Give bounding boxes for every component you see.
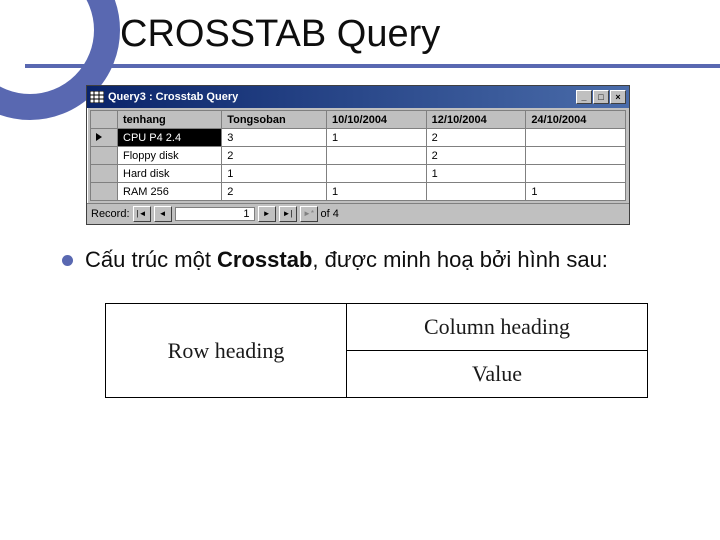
grid-cell[interactable]: 1 [526, 183, 626, 201]
window-titlebar: Query3 : Crosstab Query _ □ × [87, 86, 629, 108]
col-header[interactable]: 12/10/2004 [426, 111, 526, 129]
grid-cell[interactable]: 2 [426, 129, 526, 147]
slide: CROSSTAB Query Query3 : Crosstab Query [0, 0, 720, 540]
description-bullet: Cấu trúc một Crosstab, được minh hoạ bởi… [62, 247, 670, 273]
grid-cell[interactable]: 1 [222, 165, 327, 183]
grid-cell[interactable]: RAM 256 [118, 183, 222, 201]
text-bold: Crosstab [217, 247, 312, 272]
grid-cell[interactable] [526, 129, 626, 147]
text-part: Cấu trúc một [85, 247, 217, 272]
table-row[interactable]: CPU P4 2.4 3 1 2 [91, 129, 626, 147]
grid-cell[interactable]: Hard disk [118, 165, 222, 183]
row-selector[interactable] [91, 129, 118, 147]
record-of-text: of 4 [321, 208, 339, 220]
nav-last-button[interactable]: ►| [279, 206, 297, 222]
row-selector[interactable] [91, 183, 118, 201]
grid-cell[interactable]: 2 [426, 147, 526, 165]
grid-cell[interactable]: 3 [222, 129, 327, 147]
crosstab-structure-diagram: Row heading Column heading Value [105, 303, 648, 398]
grid-cell[interactable] [526, 165, 626, 183]
crosstab-window-screenshot: Query3 : Crosstab Query _ □ × tenhang To… [86, 85, 630, 225]
minimize-button[interactable]: _ [576, 90, 592, 104]
value-cell: Value [347, 351, 648, 398]
grid-cell[interactable]: 2 [222, 147, 327, 165]
grid-cell[interactable] [327, 165, 427, 183]
grid-cell[interactable]: CPU P4 2.4 [118, 129, 222, 147]
grid-cell[interactable]: 1 [327, 183, 427, 201]
column-heading-cell: Column heading [347, 304, 648, 351]
bullet-icon [62, 255, 73, 266]
col-header[interactable]: tenhang [118, 111, 222, 129]
maximize-button[interactable]: □ [593, 90, 609, 104]
text-part: , được minh hoạ bởi hình sau: [312, 247, 608, 272]
record-label: Record: [91, 208, 130, 220]
record-number-input[interactable] [175, 207, 255, 221]
col-header[interactable]: Tongsoban [222, 111, 327, 129]
table-row[interactable]: RAM 256 2 1 1 [91, 183, 626, 201]
window-title: Query3 : Crosstab Query [108, 91, 238, 103]
grid-cell[interactable] [426, 183, 526, 201]
accent-bar [25, 64, 720, 68]
nav-prev-button[interactable]: ◄ [154, 206, 172, 222]
grid-cell[interactable]: 2 [222, 183, 327, 201]
row-heading-cell: Row heading [106, 304, 347, 398]
row-selector[interactable] [91, 165, 118, 183]
row-selector-header[interactable] [91, 111, 118, 129]
col-header[interactable]: 24/10/2004 [526, 111, 626, 129]
record-navigator: Record: |◄ ◄ ► ►| ►* of 4 [87, 203, 629, 224]
col-header[interactable]: 10/10/2004 [327, 111, 427, 129]
window: Query3 : Crosstab Query _ □ × tenhang To… [86, 85, 630, 225]
row-selector[interactable] [91, 147, 118, 165]
grid-cell[interactable]: Floppy disk [118, 147, 222, 165]
grid-cell[interactable] [327, 147, 427, 165]
close-button[interactable]: × [610, 90, 626, 104]
grid-cell[interactable] [526, 147, 626, 165]
data-grid: tenhang Tongsoban 10/10/2004 12/10/2004 … [90, 110, 626, 201]
grid-cell[interactable]: 1 [327, 129, 427, 147]
window-controls: _ □ × [576, 90, 626, 104]
table-row[interactable]: Hard disk 1 1 [91, 165, 626, 183]
page-title: CROSSTAB Query [120, 13, 440, 56]
table-row[interactable]: Floppy disk 2 2 [91, 147, 626, 165]
nav-first-button[interactable]: |◄ [133, 206, 151, 222]
nav-new-button[interactable]: ►* [300, 206, 318, 222]
current-row-pointer-icon [96, 133, 102, 141]
grid-cell[interactable]: 1 [426, 165, 526, 183]
datasheet-icon [90, 91, 104, 103]
grid-header-row: tenhang Tongsoban 10/10/2004 12/10/2004 … [91, 111, 626, 129]
description-text: Cấu trúc một Crosstab, được minh hoạ bởi… [85, 247, 608, 273]
nav-next-button[interactable]: ► [258, 206, 276, 222]
